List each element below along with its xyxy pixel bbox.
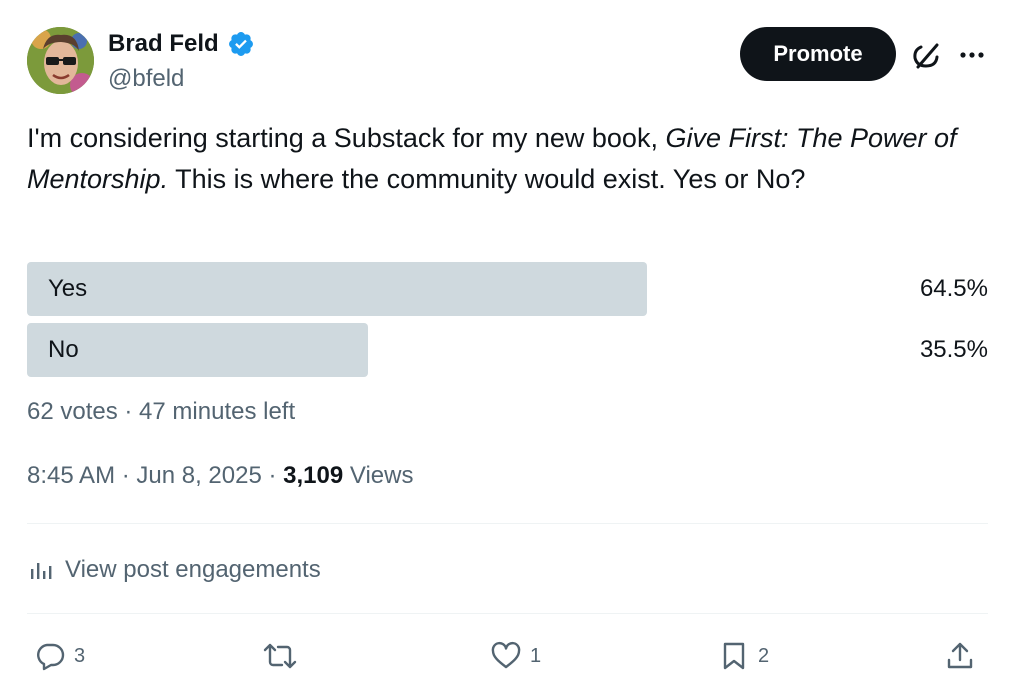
poll-option-percent: 64.5% [919, 275, 988, 302]
views-count: 3,109 [283, 462, 344, 489]
like-button[interactable]: 1 [490, 636, 541, 676]
view-engagements-link[interactable]: View post engagements [27, 552, 321, 588]
poll-option-yes[interactable]: Yes 64.5% [27, 262, 988, 316]
author-handle[interactable]: @bfeld [108, 65, 184, 93]
share-button[interactable] [944, 636, 976, 676]
poll-option-label: No [48, 336, 79, 363]
repost-button[interactable] [262, 636, 298, 676]
poll-option-label: Yes [48, 275, 88, 302]
bookmark-button[interactable]: 2 [718, 636, 769, 676]
reply-button[interactable]: 3 [34, 636, 85, 676]
bookmark-icon [723, 642, 745, 670]
tweet-text-part1: I'm considering starting a Substack for … [27, 123, 666, 153]
analytics-icon [31, 563, 52, 579]
timestamp-row: 8:45 AM · Jun 8, 2025 · 3,109 Views [27, 462, 413, 490]
like-count: 1 [530, 644, 542, 667]
share-icon [947, 642, 973, 669]
tweet-text-part2: This is where the community would exist.… [168, 163, 806, 194]
author-name[interactable]: Brad Feld [108, 30, 219, 58]
reply-icon [37, 643, 65, 671]
divider [27, 613, 988, 614]
repost-icon [263, 643, 297, 669]
grok-icon[interactable] [910, 40, 942, 72]
poll-option-percent: 35.5% [919, 336, 988, 363]
avatar[interactable] [27, 27, 94, 94]
divider [27, 523, 988, 524]
poll-meta: 62 votes · 47 minutes left [27, 398, 296, 425]
author-name-row[interactable]: Brad Feld [108, 30, 255, 58]
post-timestamp[interactable]: 8:45 AM · Jun 8, 2025 · [27, 462, 283, 489]
promote-button[interactable]: Promote [740, 27, 896, 81]
engagements-label: View post engagements [65, 556, 321, 583]
views-label: Views [343, 462, 414, 489]
more-icon[interactable] [955, 40, 989, 70]
reply-count: 3 [74, 644, 86, 667]
heart-icon [491, 641, 521, 669]
poll-bar-yes [27, 262, 647, 316]
tweet-text: I'm considering starting a Substack for … [27, 118, 987, 199]
verified-badge-icon[interactable] [227, 30, 255, 58]
poll-option-no[interactable]: No 35.5% [27, 323, 988, 377]
bookmark-count: 2 [758, 644, 770, 667]
